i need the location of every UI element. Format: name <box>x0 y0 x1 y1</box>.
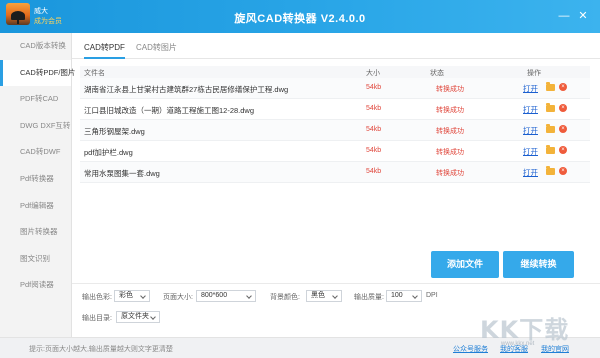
delete-icon[interactable]: × <box>559 125 567 133</box>
file-status: 转换成功 <box>436 86 464 93</box>
open-link[interactable]: 打开 <box>523 167 538 178</box>
sidebar-item-image-converter[interactable]: 图片转换器 <box>0 219 71 246</box>
file-name: 三角形钢屋架.dwg <box>84 127 145 136</box>
watermark-logo: KK下载 <box>480 316 570 344</box>
file-size: 54kb <box>366 84 382 91</box>
sidebar-item-cad-to-dwf[interactable]: CAD转DWF <box>0 139 71 166</box>
sidebar-item-pdf-reader[interactable]: Pdf阅读器 <box>0 272 71 299</box>
table-row[interactable]: 江口县旧城改造（一期）道路工程施工图12-28.dwg 54kb 转换成功 打开… <box>80 99 590 120</box>
table-header: 文件名 大小 状态 操作 <box>80 66 590 78</box>
table-row[interactable]: 三角形钢屋架.dwg 54kb 转换成功 打开 × <box>80 120 590 141</box>
table-row[interactable]: 湖南省江永县上甘棠村古建筑群27栋古民居修缮保护工程.dwg 54kb 转换成功… <box>80 78 590 99</box>
header-operation: 操作 <box>527 70 541 77</box>
file-name: pdf加护栏.dwg <box>84 148 133 157</box>
file-name: 湖南省江永县上甘棠村古建筑群27栋古民居修缮保护工程.dwg <box>84 85 289 94</box>
file-name: 常用水泵图集一套.dwg <box>84 169 160 178</box>
sidebar-item-cad-to-pdf[interactable]: CAD转PDF/图片 <box>0 59 75 87</box>
open-link[interactable]: 打开 <box>523 125 538 136</box>
official-site-link[interactable]: 我的官网 <box>541 344 569 354</box>
table-row[interactable]: 常用水泵图集一套.dwg 54kb 转换成功 打开 × <box>80 162 590 183</box>
tab-cad-to-pdf[interactable]: CAD转PDF <box>84 42 125 59</box>
file-status: 转换成功 <box>436 128 464 135</box>
sidebar-item-pdf-editor[interactable]: Pdf编辑器 <box>0 193 71 220</box>
table-body: 湖南省江永县上甘棠村古建筑群27栋古民居修缮保护工程.dwg 54kb 转换成功… <box>80 78 590 183</box>
tip-text: 提示:页面大小越大,输出质量越大则文字更清楚 <box>29 346 173 353</box>
file-size: 54kb <box>366 168 382 175</box>
watermark-url: www.kkx.net <box>501 341 535 347</box>
table-row[interactable]: pdf加护栏.dwg 54kb 转换成功 打开 × <box>80 141 590 162</box>
output-color-select[interactable]: 彩色 <box>114 290 150 302</box>
output-dir-label: 输出目录: <box>82 315 112 322</box>
header-size: 大小 <box>366 70 380 77</box>
output-quality-select[interactable]: 100 <box>386 290 422 302</box>
header-status: 状态 <box>430 70 444 77</box>
output-dir-select[interactable]: 原文件夹 <box>116 311 160 323</box>
bg-color-select[interactable]: 黑色 <box>306 290 342 302</box>
page-size-label: 页面大小: <box>163 294 193 301</box>
delete-icon[interactable]: × <box>559 167 567 175</box>
sidebar-item-cad-version[interactable]: CAD版本转换 <box>0 33 71 60</box>
delete-icon[interactable]: × <box>559 146 567 154</box>
minimize-button[interactable]: — <box>557 9 571 23</box>
official-account-link[interactable]: 公众号服务 <box>453 344 488 354</box>
output-color-label: 输出色彩: <box>82 294 112 301</box>
folder-icon[interactable] <box>546 145 555 154</box>
app-title: 旋风CAD转换器 V2.4.0.0 <box>234 13 366 25</box>
sidebar-item-ocr[interactable]: 图文识别 <box>0 246 71 273</box>
continue-convert-button[interactable]: 继续转换 <box>503 251 574 278</box>
file-size: 54kb <box>366 126 382 133</box>
page-size-select[interactable]: 800*600 <box>196 290 256 302</box>
output-quality-label: 输出质量: <box>354 294 384 301</box>
open-link[interactable]: 打开 <box>523 146 538 157</box>
dpi-unit: DPI <box>426 292 438 299</box>
file-size: 54kb <box>366 147 382 154</box>
sidebar: CAD版本转换 CAD转PDF/图片 PDF转CAD DWG DXF互转 CAD… <box>0 33 75 337</box>
folder-icon[interactable] <box>546 82 555 91</box>
open-link[interactable]: 打开 <box>523 83 538 94</box>
header-filename: 文件名 <box>84 70 105 77</box>
file-status: 转换成功 <box>436 170 464 177</box>
bg-color-label: 背景颜色: <box>270 294 300 301</box>
sidebar-item-pdf-to-cad[interactable]: PDF转CAD <box>0 86 71 113</box>
close-button[interactable]: ✕ <box>576 9 590 23</box>
folder-icon[interactable] <box>546 166 555 175</box>
tab-cad-to-image[interactable]: CAD转图片 <box>136 42 177 53</box>
file-status: 转换成功 <box>436 107 464 114</box>
open-link[interactable]: 打开 <box>523 104 538 115</box>
tab-bar: CAD转PDF CAD转图片 <box>72 33 600 59</box>
title-bar: 威大 成为会员 旋风CAD转换器 V2.4.0.0 — ✕ <box>0 0 600 33</box>
file-size: 54kb <box>366 105 382 112</box>
add-file-button[interactable]: 添加文件 <box>431 251 499 278</box>
delete-icon[interactable]: × <box>559 104 567 112</box>
file-status: 转换成功 <box>436 149 464 156</box>
file-table: 文件名 大小 状态 操作 湖南省江永县上甘棠村古建筑群27栋古民居修缮保护工程.… <box>80 66 590 183</box>
sidebar-item-pdf-converter[interactable]: Pdf转换器 <box>0 166 71 193</box>
folder-icon[interactable] <box>546 124 555 133</box>
folder-icon[interactable] <box>546 103 555 112</box>
settings-divider <box>72 283 600 284</box>
file-name: 江口县旧城改造（一期）道路工程施工图12-28.dwg <box>84 106 255 115</box>
delete-icon[interactable]: × <box>559 83 567 91</box>
sidebar-item-dwg-dxf[interactable]: DWG DXF互转 <box>0 113 71 140</box>
